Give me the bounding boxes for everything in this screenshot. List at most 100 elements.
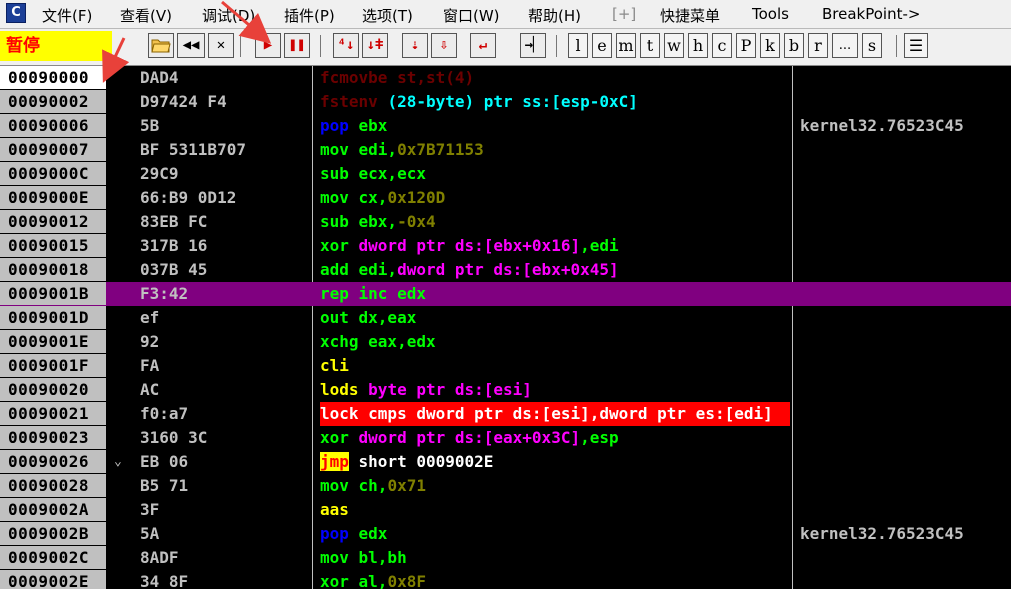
instruction-token: dword ptr ds:[ebx+0x45] (397, 260, 619, 279)
restart-button[interactable]: ◀◀ (177, 33, 205, 58)
disasm-row[interactable]: 0009002B 5A pop edx kernel32.76523C45 (0, 522, 1011, 546)
disasm-row[interactable]: 00090021 f0:a7 lock cmps dword ptr ds:[esi… (0, 402, 1011, 426)
menu-debug[interactable]: 调试(D) (202, 5, 255, 26)
menu-shortcuts[interactable]: 快捷菜单 (660, 5, 720, 26)
hex-bytes-cell: EB 06 (140, 452, 189, 471)
trace-into-button[interactable]: ⇣ (402, 33, 428, 58)
instruction-token: xor (320, 236, 359, 255)
hex-bytes-cell: 3160 3C (140, 428, 208, 447)
instruction-token: lods (320, 380, 369, 399)
instruction-cell: sub ebx,-0x4 (320, 210, 790, 234)
view-references-button[interactable]: r (808, 33, 828, 58)
instruction-cell: fcmovbe st,st(4) (320, 66, 790, 90)
disasm-row[interactable]: 00090002 D97424 F4 fstenv (28-byte) ptr ss… (0, 90, 1011, 114)
hex-bytes-cell: BF 5311B707 (140, 140, 246, 159)
pause-button[interactable]: ❚❚ (284, 33, 310, 58)
instruction-token: (28-byte) ptr ss:[esp-0xC] (387, 92, 638, 111)
disasm-row[interactable]: 00090023 3160 3C xor dword ptr ds:[eax+0x3… (0, 426, 1011, 450)
app-icon[interactable]: C (6, 3, 26, 23)
disasm-row[interactable]: 00090028 B5 71 mov ch,0x71 (0, 474, 1011, 498)
address-cell: 0009000C (0, 162, 106, 185)
view-threads-button[interactable]: t (640, 33, 660, 58)
disassembly-pane[interactable]: 00090000 DAD4 fcmovbe st,st(4) 00090002 D974… (0, 66, 1011, 589)
close-button[interactable]: ✕ (208, 33, 234, 58)
disasm-row[interactable]: 00090015 317B 16 xor dword ptr ds:[ebx+0x1… (0, 234, 1011, 258)
comment-cell: kernel32.76523C45 (800, 524, 964, 543)
instruction-cell: sub ecx,ecx (320, 162, 790, 186)
instruction-token: mov edi, (320, 140, 398, 159)
menu-options[interactable]: 选项(T) (362, 5, 413, 26)
menu-bar: C 文件(F) 查看(V) 调试(D) 插件(P) 选项(T) 窗口(W) 帮助… (0, 0, 1011, 29)
instruction-token: mov bl,bh (320, 548, 407, 567)
open-button[interactable] (148, 33, 174, 58)
disasm-row[interactable]: 0009002A 3F aas (0, 498, 1011, 522)
menu-help[interactable]: 帮助(H) (528, 5, 581, 26)
goto-button[interactable]: →▏ (520, 33, 546, 58)
view-log-button[interactable]: l (568, 33, 588, 58)
instruction-cell: out dx,eax (320, 306, 790, 330)
address-cell: 0009000E (0, 186, 106, 209)
instruction-cell: rep inc edx (320, 282, 790, 306)
disasm-row[interactable]: 00090000 DAD4 fcmovbe st,st(4) (0, 66, 1011, 90)
disasm-row[interactable]: 0009000C 29C9 sub ecx,ecx (0, 162, 1011, 186)
view-breakpoints-button[interactable]: b (784, 33, 804, 58)
step-over-button[interactable]: ↓ǂ (362, 33, 388, 58)
instruction-token: out dx,eax (320, 308, 417, 327)
menu-expand[interactable]: [+] (612, 5, 636, 23)
address-cell: 0009001F (0, 354, 106, 377)
execute-till-return-button[interactable]: ↵ (470, 33, 496, 58)
address-cell: 00090026 (0, 450, 106, 473)
view-windows-button[interactable]: w (664, 33, 684, 58)
menu-list-icon[interactable]: ☰ (904, 33, 928, 58)
disasm-row[interactable]: 0009002C 8ADF mov bl,bh (0, 546, 1011, 570)
address-cell: 00090018 (0, 258, 106, 281)
view-executable-modules-button[interactable]: e (592, 33, 612, 58)
disasm-row[interactable]: 0009001F FA cli (0, 354, 1011, 378)
view-handles-button[interactable]: h (688, 33, 708, 58)
disasm-row[interactable]: 0009001D ef out dx,eax (0, 306, 1011, 330)
instruction-token: inc edx (358, 284, 426, 303)
disasm-row[interactable]: 00090018 037B 45 add edi,dword ptr ds:[ebx… (0, 258, 1011, 282)
instruction-cell: xor al,0x8F (320, 570, 790, 589)
jump-marker-icon: ⌄ (114, 454, 122, 469)
address-cell: 00090028 (0, 474, 106, 497)
disasm-row-selected[interactable]: 0009001B F3:42 rep inc edx (0, 282, 1011, 306)
toolbar-divider (240, 35, 241, 57)
hex-bytes-cell: ef (140, 308, 160, 327)
view-patches-button[interactable]: P (736, 33, 756, 58)
view-source-button[interactable]: s (862, 33, 882, 58)
view-cpu-button[interactable]: c (712, 33, 732, 58)
instruction-cell: add edi,dword ptr ds:[ebx+0x45] (320, 258, 790, 282)
menu-tools[interactable]: Tools (752, 5, 789, 23)
disasm-row[interactable]: 0009000E 66:B9 0D12 mov cx,0x120D (0, 186, 1011, 210)
address-cell: 00090020 (0, 378, 106, 401)
menu-plugins[interactable]: 插件(P) (284, 5, 335, 26)
disasm-row[interactable]: 0009001E 92 xchg eax,edx (0, 330, 1011, 354)
disasm-row[interactable]: 00090006 5B pop ebx kernel32.76523C45 (0, 114, 1011, 138)
instruction-token: cli (320, 356, 349, 375)
trace-over-button[interactable]: ⇩ (431, 33, 457, 58)
address-cell: 0009002C (0, 546, 106, 569)
hex-bytes-cell: FA (140, 356, 160, 375)
disasm-row[interactable]: 00090012 83EB FC sub ebx,-0x4 (0, 210, 1011, 234)
run-button[interactable]: ▶ (255, 33, 281, 58)
hex-bytes-cell: F3:42 (140, 284, 189, 303)
menu-file[interactable]: 文件(F) (42, 5, 92, 26)
instruction-token: 0x7B71153 (397, 140, 484, 159)
instruction-token: add edi, (320, 260, 398, 279)
disasm-row[interactable]: 00090007 BF 5311B707 mov edi,0x7B71153 (0, 138, 1011, 162)
step-into-button[interactable]: ⁴↓ (333, 33, 359, 58)
view-call-stack-button[interactable]: k (760, 33, 780, 58)
view-run-trace-button[interactable]: ... (832, 33, 858, 58)
menu-window[interactable]: 窗口(W) (443, 5, 500, 26)
view-memory-button[interactable]: m (616, 33, 636, 58)
disasm-row[interactable]: 0009002E 34 8F xor al,0x8F (0, 570, 1011, 589)
hex-bytes-cell: f0:a7 (140, 404, 189, 423)
toolbar-divider (556, 35, 557, 57)
disasm-row[interactable]: 00090026 ⌄ EB 06 jmp short 0009002E (0, 450, 1011, 474)
menu-breakpoint[interactable]: BreakPoint-> (822, 5, 920, 23)
disasm-row[interactable]: 00090020 AC lods byte ptr ds:[esi] (0, 378, 1011, 402)
menu-view[interactable]: 查看(V) (120, 5, 172, 26)
address-cell: 00090023 (0, 426, 106, 449)
hex-bytes-cell: 3F (140, 500, 160, 519)
